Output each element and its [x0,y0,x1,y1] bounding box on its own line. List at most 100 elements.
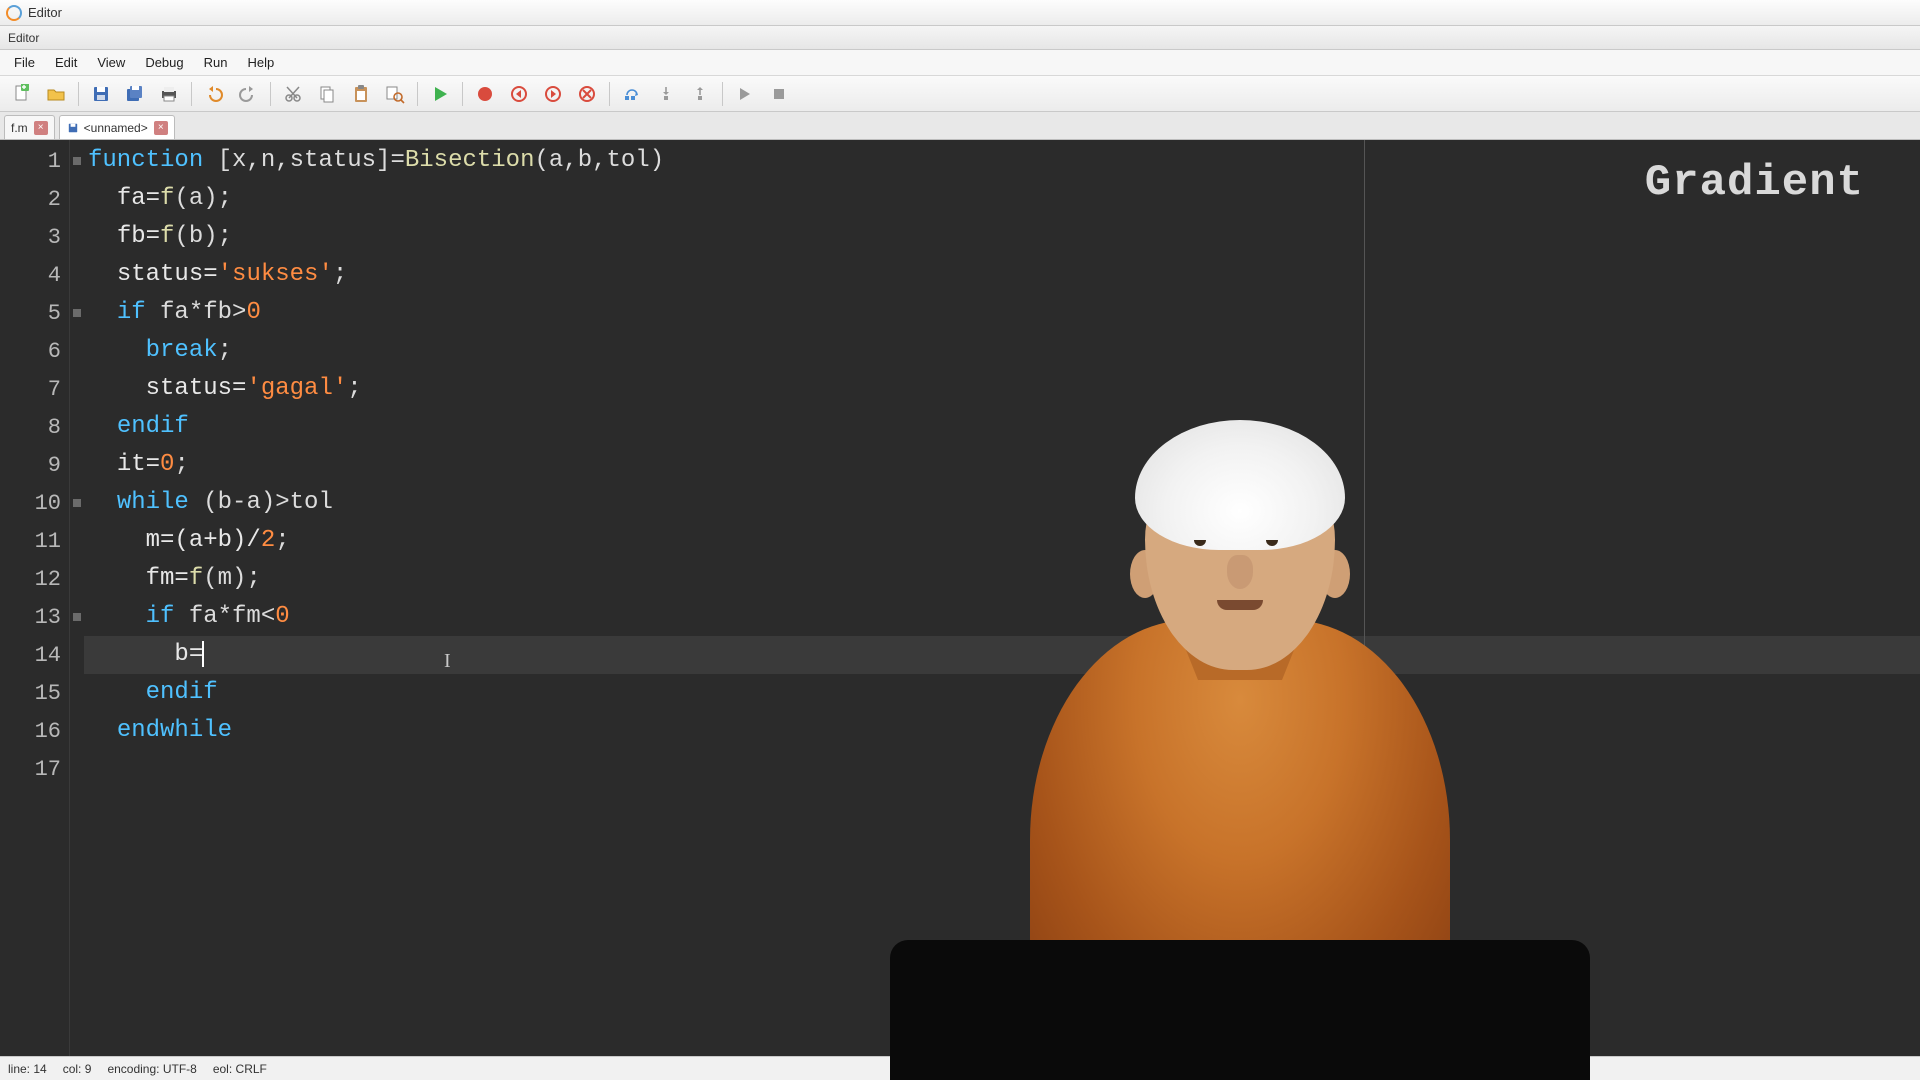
line-number: 2 [0,180,69,218]
statusbar: line: 14 col: 9 encoding: UTF-8 eol: CRL… [0,1056,1920,1080]
menu-view[interactable]: View [87,51,135,74]
code-line[interactable]: while (b-a)>tol [84,484,1920,522]
undo-button[interactable] [198,80,230,108]
clear-breakpoints-button[interactable] [571,80,603,108]
fold-slot [70,712,84,750]
fold-slot [70,750,84,788]
line-number-gutter: 1234567891011121314151617 [0,140,70,1056]
fold-marker-icon[interactable] [70,294,84,332]
line-number: 6 [0,332,69,370]
status-col: col: 9 [63,1062,92,1076]
code-line[interactable]: it=0; [84,446,1920,484]
print-button[interactable] [153,80,185,108]
new-file-button[interactable] [6,80,38,108]
open-file-button[interactable] [40,80,72,108]
line-number: 13 [0,598,69,636]
fold-marker-icon[interactable] [70,598,84,636]
step-out-button[interactable] [684,80,716,108]
fold-slot [70,560,84,598]
code-line[interactable]: if fa*fm<0 [84,598,1920,636]
next-breakpoint-button[interactable] [537,80,569,108]
tab-label: f.m [11,121,28,135]
save-icon [66,121,80,135]
find-replace-button[interactable] [379,80,411,108]
toolbar-separator [191,82,192,106]
fold-slot [70,408,84,446]
close-tab-icon[interactable]: × [154,121,168,135]
prev-breakpoint-button[interactable] [503,80,535,108]
editor-panel-label: Editor [8,31,39,45]
code-line[interactable]: b= [84,636,1920,674]
editor-area[interactable]: 1234567891011121314151617 Gradient funct… [0,140,1920,1056]
code-line[interactable]: fm=f(m); [84,560,1920,598]
toolbar-separator [722,82,723,106]
fold-slot [70,636,84,674]
fold-slot [70,256,84,294]
status-encoding: encoding: UTF-8 [107,1062,196,1076]
line-number: 11 [0,522,69,560]
code-content[interactable]: Gradient function [x,n,status]=Bisection… [84,140,1920,1056]
app-icon [6,5,22,21]
copy-button[interactable] [311,80,343,108]
step-over-button[interactable] [616,80,648,108]
stop-button[interactable] [763,80,795,108]
window-titlebar: Editor [0,0,1920,26]
code-line[interactable]: if fa*fb>0 [84,294,1920,332]
line-number: 14 [0,636,69,674]
code-line[interactable]: status='gagal'; [84,370,1920,408]
paste-button[interactable] [345,80,377,108]
run-button[interactable] [424,80,456,108]
line-number: 5 [0,294,69,332]
editor-panel-title: Editor [0,26,1920,50]
fold-slot [70,332,84,370]
close-tab-icon[interactable]: × [34,121,48,135]
code-line[interactable]: endif [84,408,1920,446]
code-line[interactable]: m=(a+b)/2; [84,522,1920,560]
toolbar-separator [417,82,418,106]
cut-button[interactable] [277,80,309,108]
menu-file[interactable]: File [4,51,45,74]
toolbar [0,76,1920,112]
line-number: 12 [0,560,69,598]
code-line[interactable]: fb=f(b); [84,218,1920,256]
toolbar-separator [270,82,271,106]
line-number: 1 [0,142,69,180]
menu-debug[interactable]: Debug [135,51,193,74]
breakpoint-button[interactable] [469,80,501,108]
line-number: 9 [0,446,69,484]
fold-slot [70,446,84,484]
fold-strip [70,140,84,1056]
save-all-button[interactable] [119,80,151,108]
line-number: 17 [0,750,69,788]
toolbar-separator [609,82,610,106]
menubar: File Edit View Debug Run Help [0,50,1920,76]
redo-button[interactable] [232,80,264,108]
line-number: 7 [0,370,69,408]
save-button[interactable] [85,80,117,108]
status-line: line: 14 [8,1062,47,1076]
line-number: 10 [0,484,69,522]
tab-label: <unnamed> [84,121,148,135]
right-margin-guide [1364,140,1365,1056]
line-number: 15 [0,674,69,712]
fold-slot [70,522,84,560]
menu-help[interactable]: Help [237,51,284,74]
menu-edit[interactable]: Edit [45,51,87,74]
code-line[interactable]: status='sukses'; [84,256,1920,294]
fold-marker-icon[interactable] [70,484,84,522]
tabbar: f.m × <unnamed> × [0,112,1920,140]
code-line[interactable]: endwhile [84,712,1920,750]
code-line[interactable] [84,750,1920,788]
toolbar-separator [78,82,79,106]
menu-run[interactable]: Run [194,51,238,74]
continue-button[interactable] [729,80,761,108]
fold-slot [70,218,84,256]
tab-unnamed[interactable]: <unnamed> × [59,115,175,139]
code-line[interactable]: break; [84,332,1920,370]
code-line[interactable]: endif [84,674,1920,712]
tab-f-m[interactable]: f.m × [4,115,55,139]
fold-slot [70,674,84,712]
step-in-button[interactable] [650,80,682,108]
fold-marker-icon[interactable] [70,142,84,180]
line-number: 8 [0,408,69,446]
